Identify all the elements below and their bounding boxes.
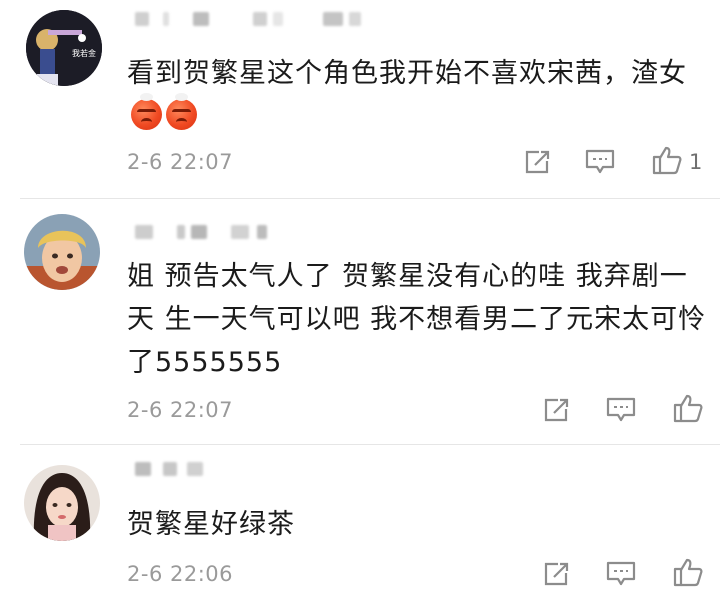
share-button[interactable] [520,147,554,177]
share-icon [544,398,569,422]
avatar[interactable] [24,214,100,290]
share-icon [525,150,550,174]
comment-button[interactable] [604,395,638,425]
share-icon [544,562,569,586]
share-button[interactable] [539,559,573,589]
comment-icon [585,149,615,174]
comment-icon [606,561,636,586]
timestamp: 2-6 22:07 [127,150,233,174]
thumbs-up-icon [673,394,703,423]
comment-3: 贺繁星好绿茶 2-6 22:06 [0,445,720,590]
comment-1: 我若金 看到贺繁星这个角色我开始不喜欢宋茜，渣女 2-6 22:07 1 [0,0,720,198]
like-button[interactable] [671,557,705,587]
comment-icon [606,397,636,422]
username-redacted[interactable] [135,12,365,30]
like-count: 1 [689,150,703,174]
comment-button[interactable] [604,559,638,589]
like-button[interactable] [650,145,684,175]
timestamp: 2-6 22:07 [127,398,233,422]
comment-button[interactable] [583,147,617,177]
comment-text-body: 看到贺繁星这个角色我开始不喜欢宋茜，渣女 [127,58,687,89]
timestamp: 2-6 22:06 [127,562,233,586]
comment-2: 姐 预告太气人了 贺繁星没有心的哇 我弃剧一天 生一天气可以吧 我不想看男二了元… [0,199,720,444]
comment-text: 姐 预告太气人了 贺繁星没有心的哇 我弃剧一天 生一天气可以吧 我不想看男二了元… [127,261,707,378]
comment-text: 贺繁星好绿茶 [127,509,295,540]
username-redacted[interactable] [135,462,215,480]
avatar-caption: 我若金 [72,48,96,58]
username-redacted[interactable] [135,225,275,243]
angry-face-emoji [131,93,162,130]
angry-face-emoji [166,93,197,130]
thumbs-up-icon [673,558,703,587]
thumbs-up-icon [652,146,682,175]
comment-text: 看到贺繁星这个角色我开始不喜欢宋茜，渣女 [127,52,712,138]
like-button[interactable] [671,393,705,423]
avatar[interactable]: 我若金 [26,10,102,86]
avatar[interactable] [24,465,100,541]
share-button[interactable] [539,395,573,425]
